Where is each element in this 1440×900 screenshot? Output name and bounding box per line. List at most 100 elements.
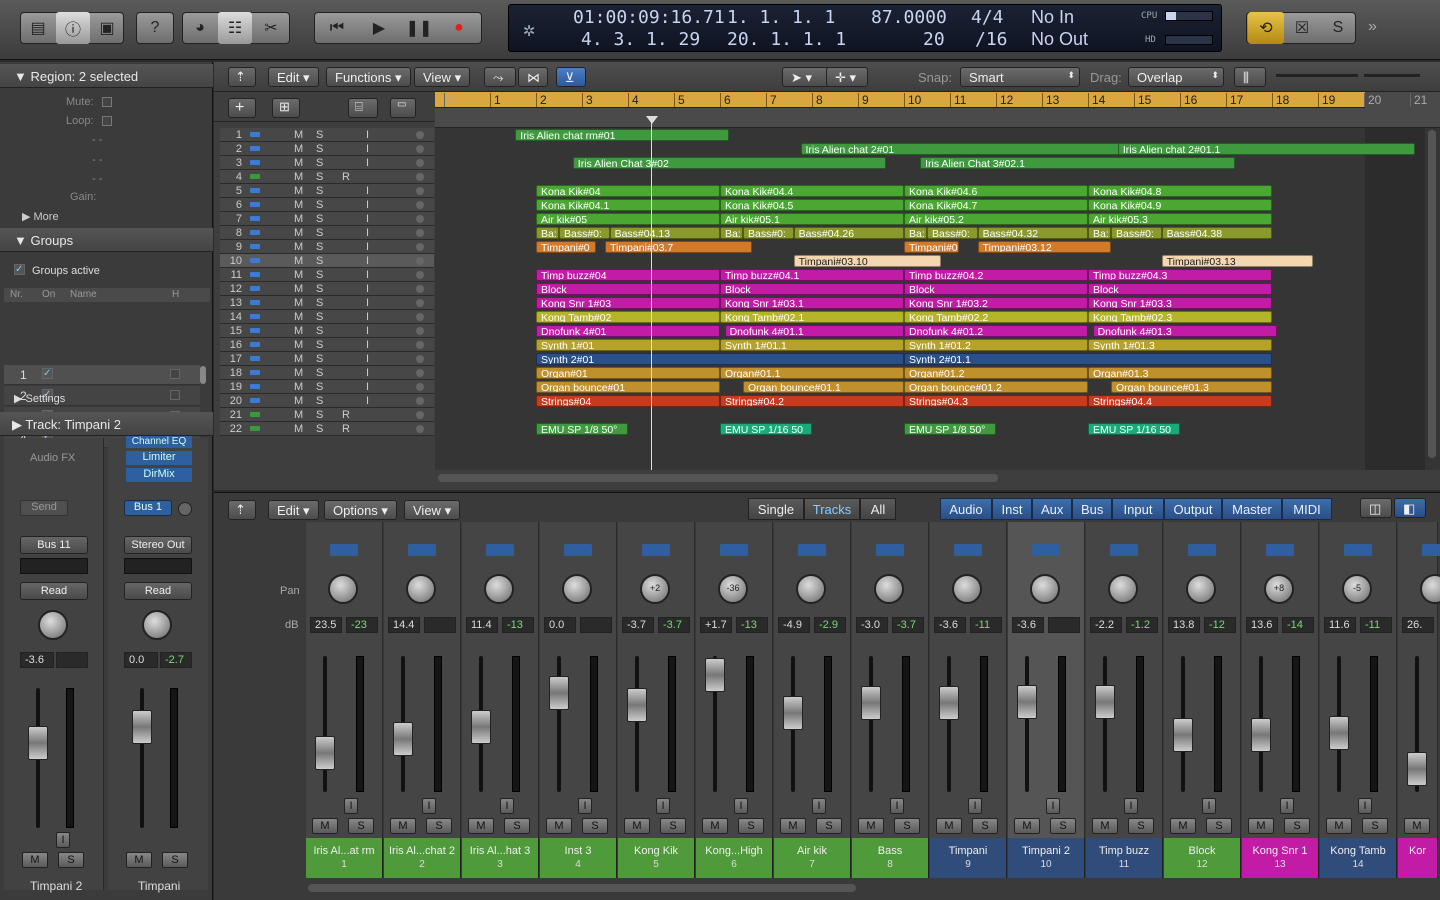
track-input-button[interactable]: I [366, 339, 369, 351]
track-mute-button[interactable]: M [294, 339, 303, 351]
mute-button[interactable]: M [936, 818, 962, 834]
track-solo-button[interactable]: S [316, 325, 323, 337]
track-header-row[interactable]: 5 M S I [220, 184, 434, 198]
replace-icon[interactable]: ☒ [1286, 12, 1318, 44]
volume-fader[interactable] [1173, 718, 1193, 753]
record-icon[interactable]: ● [440, 12, 478, 44]
track-input-button[interactable]: I [366, 199, 369, 211]
solo-button[interactable]: S [1128, 818, 1154, 834]
track-fader-knob[interactable] [416, 355, 424, 363]
region[interactable]: Synth 2#01 [536, 353, 904, 365]
more-icon[interactable]: » [1368, 18, 1377, 36]
track-input-button[interactable]: I [366, 213, 369, 225]
mute-button[interactable]: M [312, 818, 338, 834]
track-solo-button[interactable]: S [316, 171, 323, 183]
region[interactable]: Timp buzz#04 [536, 269, 720, 281]
region[interactable]: Organ#01.1 [720, 367, 904, 379]
mixer-tab-tracks[interactable]: Tracks [804, 498, 860, 520]
send-bus-1[interactable]: Bus 1 [124, 500, 172, 516]
region[interactable]: Block [536, 283, 720, 295]
region[interactable]: Kona Kik#04.1 [536, 199, 720, 211]
mute-button[interactable]: M [780, 818, 806, 834]
view-menu[interactable]: View ▾ [414, 67, 471, 87]
inspector-fader-2[interactable] [132, 710, 152, 744]
region[interactable]: EMU SP 1/16 50 [1088, 423, 1180, 435]
track-solo-button[interactable]: S [316, 283, 323, 295]
channel-name-box[interactable]: Air kik 7 [774, 838, 851, 878]
track-header-row[interactable]: 3 M S I [220, 156, 434, 170]
track-header-row[interactable]: 21 M S R [220, 408, 434, 422]
track-input-button[interactable]: I [366, 353, 369, 365]
mute-button[interactable]: M [1404, 818, 1430, 834]
region[interactable]: Block [904, 283, 1088, 295]
mixer-filter-midi[interactable]: MIDI [1282, 498, 1332, 520]
flex-icon[interactable]: ⋈ [518, 67, 548, 87]
channel-name-box[interactable]: Iris Al...at rm 1 [306, 838, 383, 878]
region[interactable]: Air kik#05.1 [720, 213, 904, 225]
track-header-row[interactable]: 17 M S I [220, 352, 434, 366]
groups-header[interactable]: ▼ Groups [0, 228, 213, 252]
track-header-row[interactable]: 20 M S I [220, 394, 434, 408]
track-solo-button[interactable]: S [316, 381, 323, 393]
region[interactable]: Strings#04.3 [904, 395, 1088, 407]
region[interactable]: Kong Tamb#02.2 [904, 311, 1088, 323]
group-hide-checkbox[interactable] [170, 390, 180, 400]
region[interactable]: Synth 1#01.2 [904, 339, 1088, 351]
track-fader-knob[interactable] [416, 229, 424, 237]
volume-fader[interactable] [1017, 684, 1037, 719]
track-header-row[interactable]: 14 M S I [220, 310, 434, 324]
region[interactable]: Kona Kik#04 [536, 185, 720, 197]
track-mute-button[interactable]: M [294, 423, 303, 435]
region[interactable]: Bass#0: [1111, 227, 1162, 239]
track-mute-button[interactable]: M [294, 143, 303, 155]
mixer-filter-bus[interactable]: Bus [1072, 498, 1112, 520]
region[interactable]: Dnofunk 4#01.1 [724, 325, 904, 337]
track-header-row[interactable]: 18 M S I [220, 366, 434, 380]
track-input-button[interactable]: I [366, 241, 369, 253]
track-mute-button[interactable]: M [294, 325, 303, 337]
solo-button[interactable]: S [738, 818, 764, 834]
track-solo-button[interactable]: S [316, 311, 323, 323]
pencil-tool-icon[interactable]: ✛ ▾ [826, 67, 868, 87]
track-fader-knob[interactable] [416, 131, 424, 139]
region[interactable]: Iris Alien chat rm#01 [515, 129, 730, 141]
volume-fader[interactable] [627, 688, 647, 723]
volume-fader[interactable] [705, 658, 725, 693]
region[interactable]: Kong Snr 1#03.3 [1088, 297, 1272, 309]
solo-button[interactable]: S [426, 818, 452, 834]
region[interactable]: Ba: [904, 227, 927, 239]
group-slot-1[interactable] [20, 558, 88, 574]
pan-knob[interactable] [1108, 574, 1138, 604]
pan-knob[interactable] [874, 574, 904, 604]
region[interactable]: Timpani#03.10 [793, 255, 941, 267]
track-record-button[interactable]: R [342, 409, 350, 421]
playhead[interactable] [651, 116, 652, 470]
gear-icon[interactable]: ✲ [523, 17, 535, 41]
lcd-display[interactable]: ✲ 01:00:09:16.71 4. 3. 1. 29 1. 1. 1. 1 … [508, 4, 1222, 52]
track-fader-knob[interactable] [416, 383, 424, 391]
automation-icon[interactable]: ⤳ [484, 67, 516, 87]
region[interactable]: Strings#04.2 [720, 395, 904, 407]
track-header-row[interactable]: 16 M S I [220, 338, 434, 352]
region[interactable]: Timpani#03.13 [1161, 255, 1314, 267]
mute-button[interactable]: M [1326, 818, 1352, 834]
input-monitor-button[interactable]: I [812, 798, 826, 814]
channel-name-box[interactable]: Kong Kik 5 [618, 838, 695, 878]
track-record-button[interactable]: R [342, 423, 350, 435]
track-solo-button[interactable]: S [316, 185, 323, 197]
region[interactable]: Organ bounce#01 [536, 381, 720, 393]
mixer-view-menu[interactable]: View ▾ [404, 500, 461, 520]
track-solo-button[interactable]: S [316, 269, 323, 281]
region[interactable]: Organ#01 [536, 367, 720, 379]
input-monitor-button[interactable]: I [578, 798, 592, 814]
volume-fader[interactable] [783, 695, 803, 730]
inspector-icon[interactable]: ⓘ [56, 12, 90, 44]
mixer-filter-inst[interactable]: Inst [992, 498, 1032, 520]
track-fader-knob[interactable] [416, 425, 424, 433]
track-fader-knob[interactable] [416, 173, 424, 181]
solo-button[interactable]: S [1362, 818, 1388, 834]
track-solo-button[interactable]: S [316, 199, 323, 211]
track-header-row[interactable]: 13 M S I [220, 296, 434, 310]
new-folder-icon[interactable]: ⊞ [272, 98, 300, 118]
track-mute-button[interactable]: M [294, 297, 303, 309]
